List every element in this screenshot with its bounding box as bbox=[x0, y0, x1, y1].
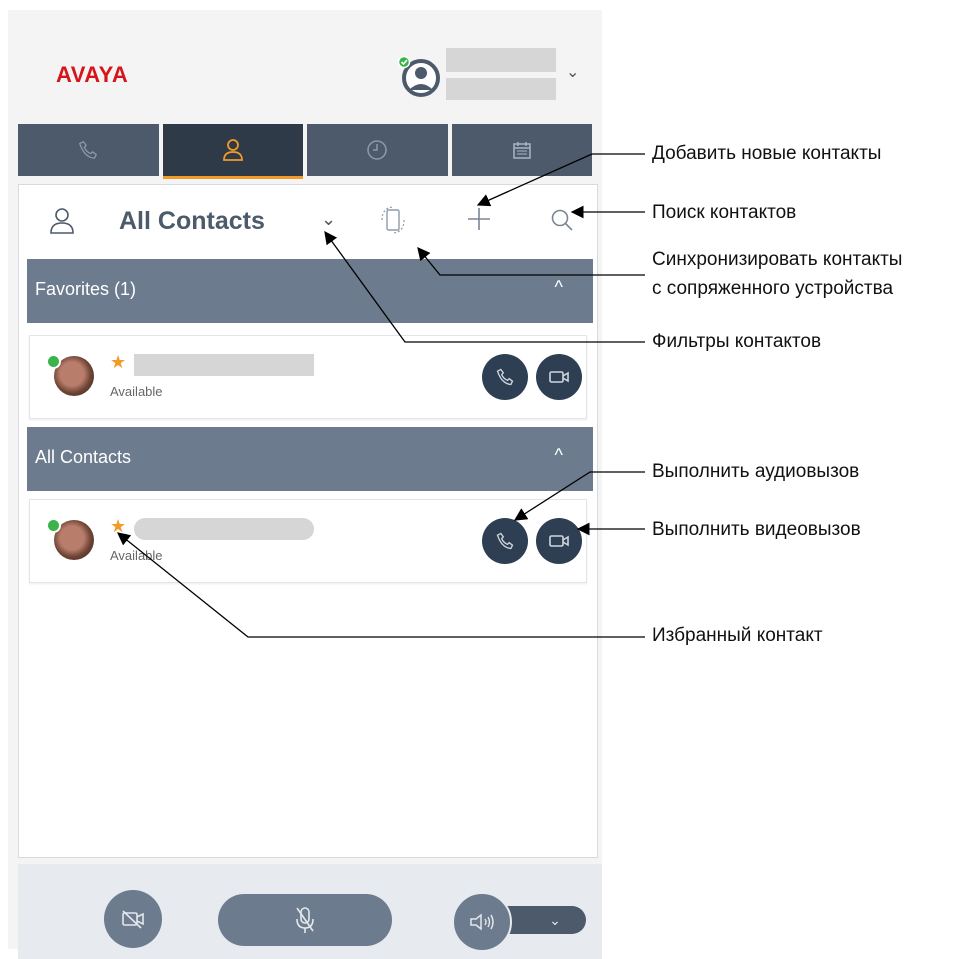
contacts-icon bbox=[222, 139, 243, 161]
app-window: AVAYA ⌄ All Contacts ⌄ Favorites (1) ^ ★… bbox=[8, 10, 602, 959]
call-controls-bar: ⌄ bbox=[18, 864, 602, 959]
chevron-down-icon: ⌄ bbox=[549, 911, 561, 928]
tab-history[interactable] bbox=[307, 124, 448, 176]
account-avatar[interactable] bbox=[396, 55, 442, 98]
favorite-star-icon: ★ bbox=[110, 352, 127, 372]
favorite-star-icon: ★ bbox=[110, 516, 127, 536]
account-status-redacted bbox=[446, 78, 556, 100]
collapse-all-contacts-icon[interactable]: ^ bbox=[555, 445, 563, 466]
contacts-title: All Contacts bbox=[119, 207, 265, 235]
search-contacts-button[interactable] bbox=[549, 207, 575, 233]
annotation-filters: Фильтры контактов bbox=[652, 331, 822, 352]
contact-name-redacted bbox=[134, 354, 314, 376]
microphone-muted-icon bbox=[296, 907, 314, 933]
phone-icon bbox=[496, 532, 514, 550]
video-camera-icon bbox=[549, 371, 569, 383]
account-name-redacted bbox=[446, 48, 556, 72]
contact-status: Available bbox=[110, 548, 163, 563]
camera-toggle-button[interactable] bbox=[104, 890, 162, 948]
main-tabs bbox=[18, 124, 592, 179]
user-avatar-icon bbox=[397, 55, 440, 97]
camera-off-icon bbox=[122, 910, 144, 929]
mute-microphone-button[interactable] bbox=[218, 894, 392, 946]
speaker-icon bbox=[470, 913, 494, 931]
video-camera-icon bbox=[549, 535, 569, 547]
top-bar: AVAYA ⌄ bbox=[8, 10, 602, 122]
video-call-button[interactable] bbox=[536, 354, 582, 400]
presence-available-icon bbox=[46, 518, 61, 533]
history-icon bbox=[367, 140, 387, 160]
phone-icon bbox=[496, 368, 514, 386]
favorites-group-label: Favorites (1) bbox=[35, 279, 137, 299]
audio-call-button[interactable] bbox=[482, 518, 528, 564]
tab-contacts[interactable] bbox=[162, 124, 303, 179]
tab-calls[interactable] bbox=[18, 124, 159, 176]
avaya-logo: AVAYA bbox=[56, 62, 129, 87]
annotation-add-contacts: Добавить новые контакты bbox=[652, 143, 882, 164]
sync-device-button[interactable] bbox=[377, 203, 409, 237]
annotation-sync-line1: Синхронизировать контакты bbox=[652, 249, 903, 270]
tab-calendar[interactable] bbox=[451, 124, 592, 176]
video-call-button[interactable] bbox=[536, 518, 582, 564]
presence-available-icon bbox=[46, 354, 61, 369]
phone-icon bbox=[79, 140, 98, 159]
contact-row-favorite[interactable]: ★ Available bbox=[29, 335, 587, 419]
speaker-button[interactable] bbox=[452, 892, 512, 952]
all-contacts-group-header[interactable]: All Contacts ^ bbox=[27, 427, 593, 491]
contact-name-redacted bbox=[134, 518, 314, 540]
contact-row[interactable]: ★ Available bbox=[29, 499, 587, 583]
calendar-icon bbox=[513, 142, 531, 159]
contacts-filter-button[interactable]: ⌄ bbox=[321, 209, 336, 230]
annotation-search-contacts: Поиск контактов bbox=[652, 202, 797, 223]
annotation-sync-line2: с сопряженного устройства bbox=[652, 278, 894, 299]
contacts-panel: All Contacts ⌄ Favorites (1) ^ ★ Availab… bbox=[18, 184, 598, 858]
contacts-toolbar: All Contacts ⌄ bbox=[19, 185, 597, 255]
annotation-favorite-contact: Избранный контакт bbox=[652, 625, 823, 646]
audio-call-button[interactable] bbox=[482, 354, 528, 400]
contact-status: Available bbox=[110, 384, 163, 399]
account-menu-chevron[interactable]: ⌄ bbox=[566, 62, 579, 82]
annotation-audio-call: Выполнить аудиовызов bbox=[652, 461, 860, 482]
all-contacts-group-label: All Contacts bbox=[35, 447, 132, 467]
annotation-video-call: Выполнить видеовызов bbox=[652, 519, 861, 540]
favorites-group-header[interactable]: Favorites (1) ^ bbox=[27, 259, 593, 323]
collapse-favorites-icon[interactable]: ^ bbox=[555, 277, 563, 298]
add-contact-button[interactable] bbox=[465, 205, 493, 233]
contacts-icon bbox=[50, 208, 74, 234]
